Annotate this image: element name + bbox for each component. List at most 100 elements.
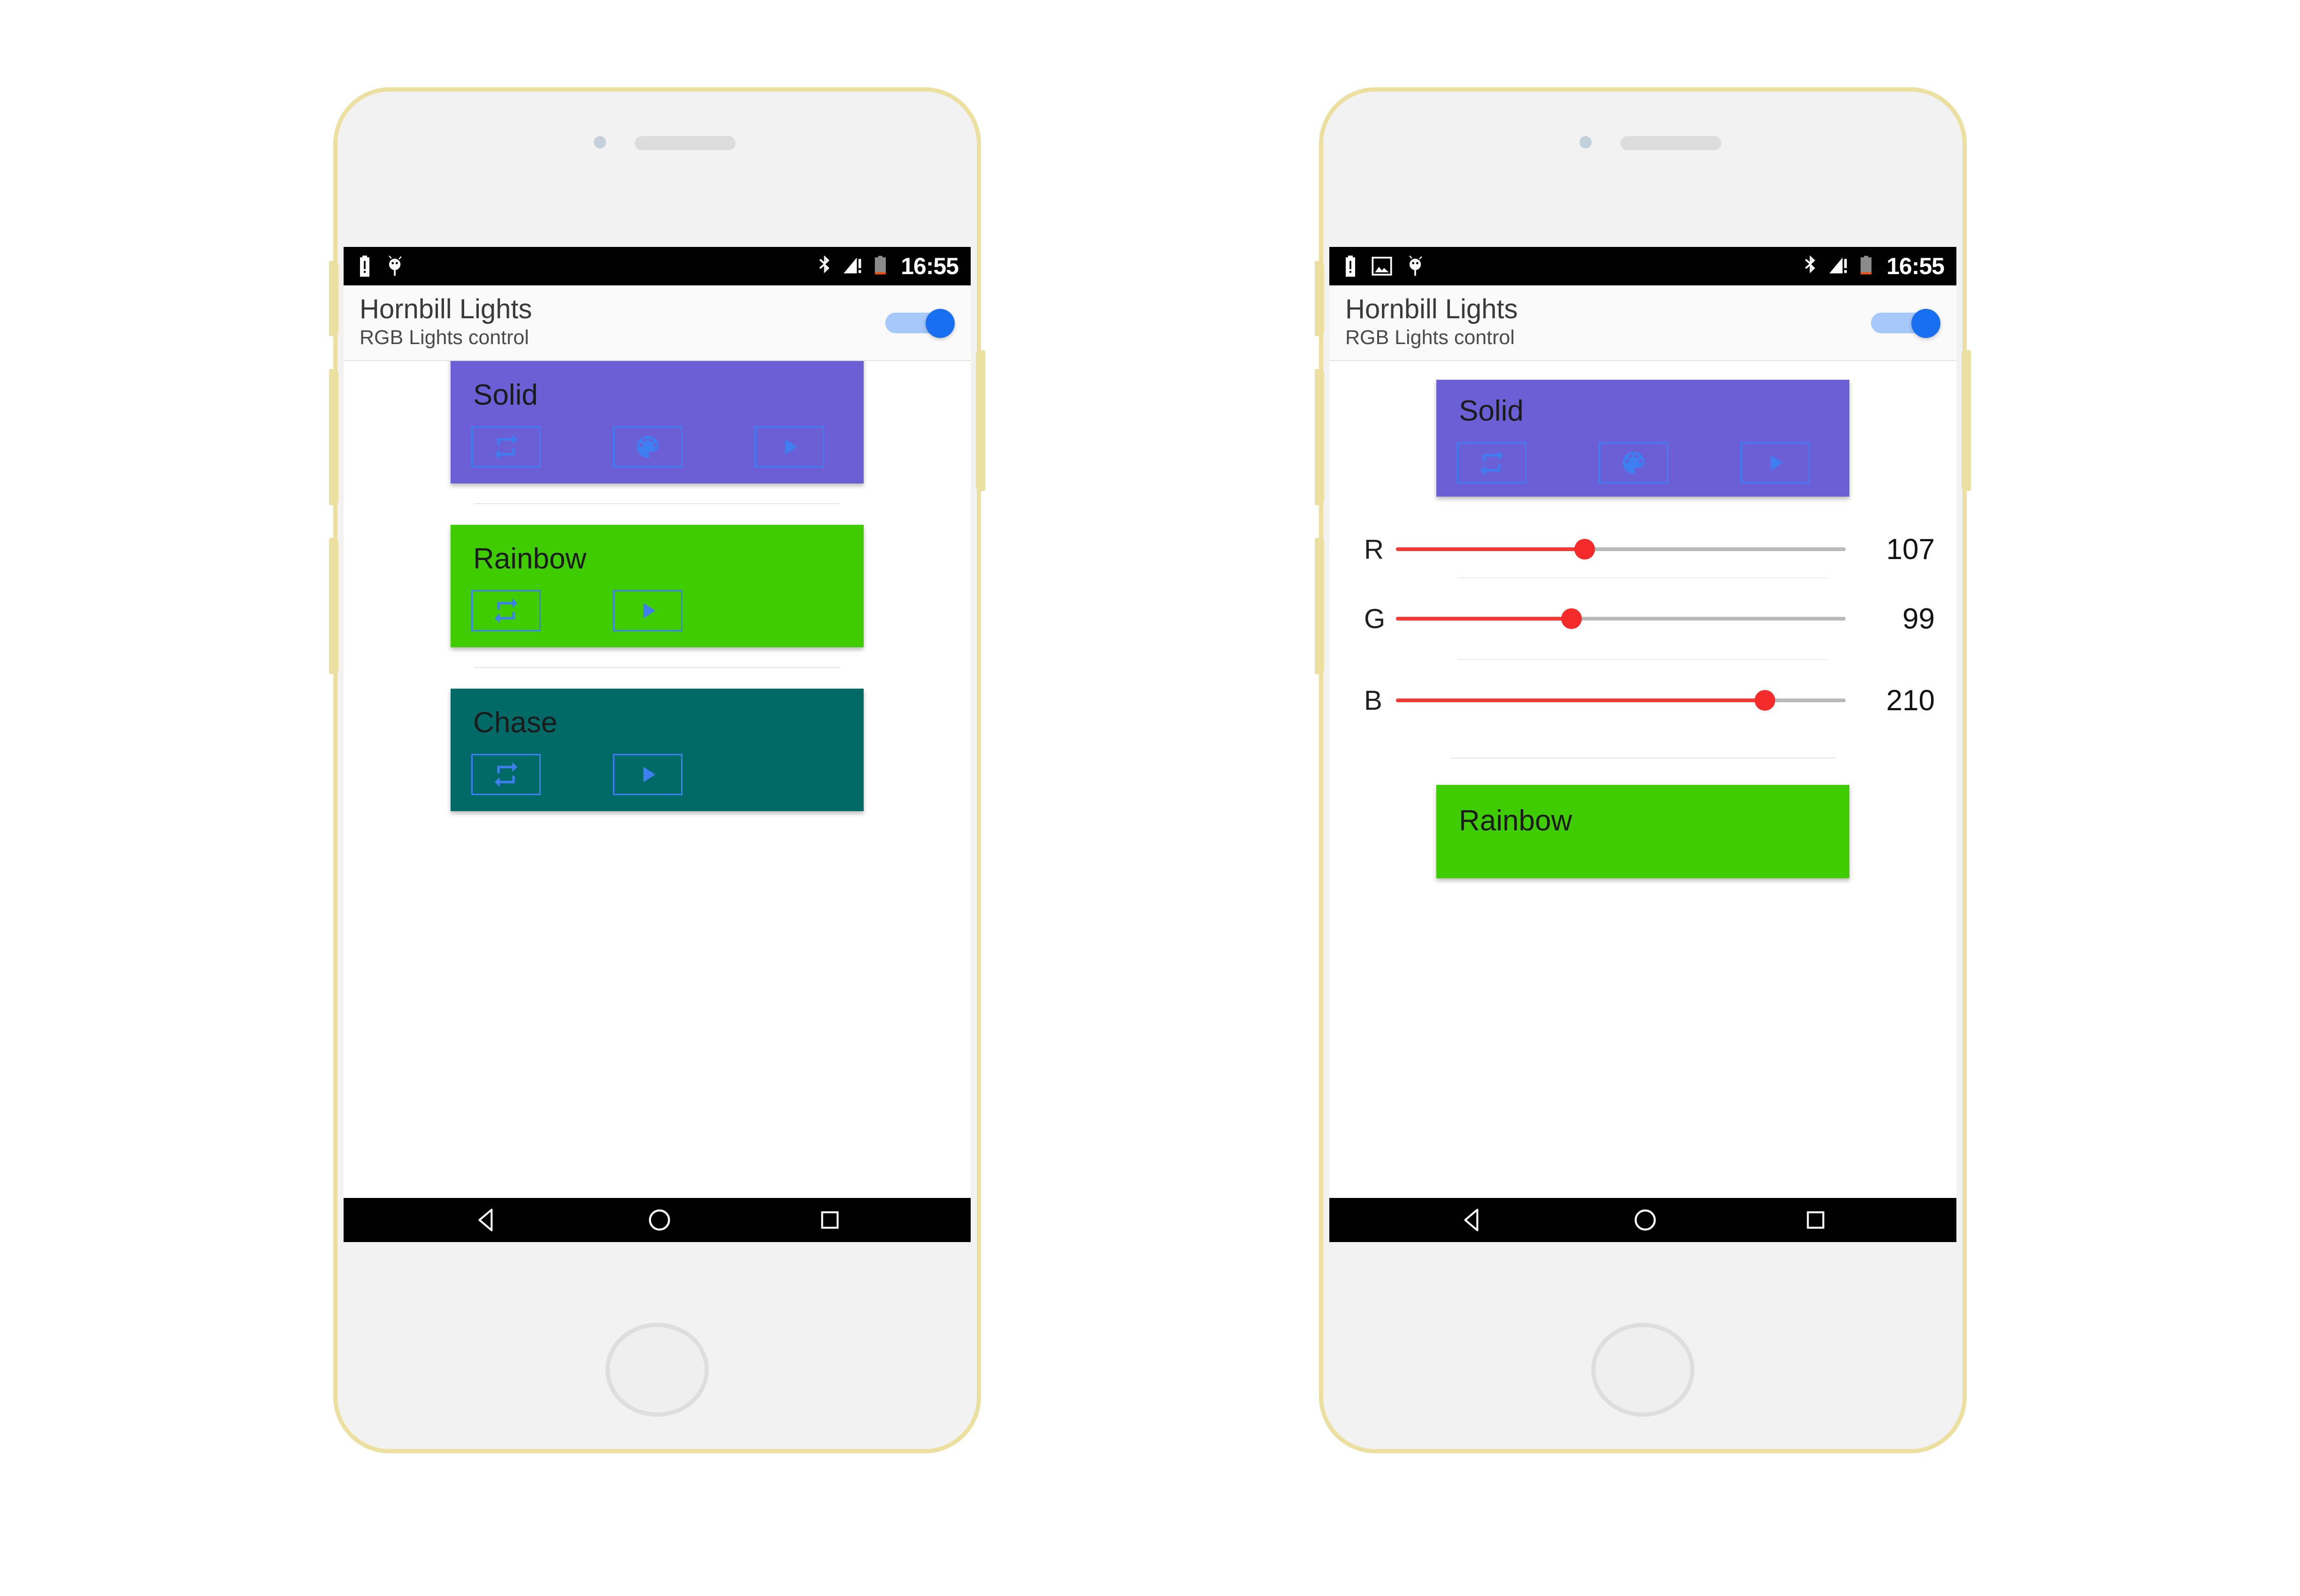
slider-value-b: 210: [1886, 684, 1935, 717]
slider-label-g: G: [1364, 603, 1386, 634]
chase-play-button[interactable]: [613, 754, 682, 796]
slider-r[interactable]: [1396, 535, 1846, 563]
usb-debugging-icon: [389, 255, 402, 276]
status-bar-left-icons: [358, 255, 404, 277]
slider-g[interactable]: [1396, 605, 1846, 633]
app-bar-texts: Hornbill Lights RGB Lights control: [1345, 296, 1518, 348]
list-divider: [1450, 758, 1835, 759]
nav-recents-button[interactable]: [818, 1208, 842, 1232]
slider-label-r: R: [1364, 534, 1384, 565]
effect-card-title: Solid: [1459, 395, 1524, 427]
solid-loop-button[interactable]: [471, 426, 541, 468]
side-button-power-right[interactable]: [1315, 261, 1324, 336]
rgb-slider-row-g[interactable]: G 99: [1329, 591, 1956, 647]
slider-thumb[interactable]: [1754, 690, 1775, 711]
repeat-icon: [495, 762, 517, 787]
screen-right: 16:55 Hornbill Lights RGB Lights control: [1329, 247, 1956, 1242]
signal-no-service-icon: [843, 257, 861, 274]
side-button-volume-up-left[interactable]: [329, 369, 338, 505]
slider-fill: [1396, 547, 1585, 552]
status-bar-left-icons: [1343, 255, 1424, 277]
battery-alert-icon: [1346, 255, 1355, 277]
nav-home-button[interactable]: [1632, 1206, 1659, 1234]
solid-play-button[interactable]: [1740, 442, 1810, 484]
status-bar-clock: 16:55: [901, 253, 959, 279]
play-icon: [1771, 455, 1783, 471]
app-bar-right: Hornbill Lights RGB Lights control: [1329, 285, 1956, 361]
effect-card-solid[interactable]: Solid: [1436, 380, 1849, 497]
screen-left: 16:55 Hornbill Lights RGB Lights control: [344, 247, 971, 1242]
nav-back-button[interactable]: [1458, 1205, 1487, 1235]
slider-thumb[interactable]: [1574, 539, 1595, 560]
effect-card-buttons: [451, 426, 864, 468]
front-camera-icon: [594, 136, 606, 148]
side-button-power-left[interactable]: [329, 261, 338, 336]
battery-alert-icon: [360, 255, 369, 277]
effect-card-title: Rainbow: [473, 543, 587, 575]
screenshot-image-icon: [1372, 257, 1392, 276]
rainbow-play-button[interactable]: [613, 590, 682, 632]
app-title: Hornbill Lights: [360, 294, 532, 324]
rainbow-loop-button[interactable]: [471, 590, 541, 632]
slider-divider: [1457, 659, 1828, 660]
app-title: Hornbill Lights: [1345, 294, 1518, 324]
slider-thumb[interactable]: [1561, 608, 1582, 629]
usb-debugging-icon: [1409, 255, 1422, 276]
side-button-right-right[interactable]: [1962, 350, 1971, 491]
effect-card-chase[interactable]: Chase: [451, 689, 864, 812]
rgb-slider-row-r[interactable]: R 107: [1329, 521, 1956, 577]
phone-left: 16:55 Hornbill Lights RGB Lights control: [329, 87, 985, 1453]
bluetooth-icon: [1805, 255, 1816, 274]
effect-card-rainbow[interactable]: Rainbow: [451, 525, 864, 648]
repeat-icon: [1480, 450, 1503, 476]
effects-list-right[interactable]: Solid R 107 G 99 B 210 Rainbow: [1329, 361, 1956, 1182]
list-divider: [474, 503, 840, 505]
solid-loop-button[interactable]: [1457, 442, 1526, 484]
nav-recents-button[interactable]: [1803, 1208, 1828, 1232]
effect-card-buttons: [451, 754, 864, 796]
battery-low-icon: [1860, 256, 1872, 275]
side-button-right-left[interactable]: [976, 350, 985, 491]
app-subtitle: RGB Lights control: [360, 326, 529, 349]
rgb-slider-row-b[interactable]: B 210: [1329, 672, 1956, 729]
master-power-toggle[interactable]: [1871, 308, 1940, 338]
status-bar-right-icons: 16:55: [1803, 253, 1945, 280]
solid-color-button[interactable]: [1599, 442, 1668, 484]
repeat-icon: [495, 434, 517, 460]
app-bar-left: Hornbill Lights RGB Lights control: [344, 285, 971, 361]
signal-no-service-icon: [1829, 257, 1847, 274]
status-bar-right: 16:55: [1329, 247, 1956, 285]
solid-color-button[interactable]: [613, 426, 682, 468]
side-button-volume-down-left[interactable]: [329, 538, 338, 674]
back-triangle-icon: [478, 1208, 493, 1232]
side-button-volume-up-right[interactable]: [1315, 369, 1324, 505]
toggle-thumb: [1911, 308, 1940, 338]
home-button-left[interactable]: [606, 1323, 709, 1417]
effect-card-title: Chase: [473, 706, 558, 739]
home-button-right[interactable]: [1591, 1323, 1694, 1417]
slider-fill: [1396, 698, 1765, 703]
bluetooth-icon: [819, 255, 830, 274]
status-bar-left: 16:55: [344, 247, 971, 285]
slider-divider: [1457, 577, 1828, 579]
recents-square-icon: [1807, 1211, 1825, 1229]
android-nav-bar-left: [344, 1198, 971, 1242]
repeat-icon: [495, 598, 517, 623]
screenshot-canvas: 16:55 Hornbill Lights RGB Lights control: [0, 0, 2300, 1596]
effects-list-left[interactable]: Solid Rainbow Chase: [344, 361, 971, 1182]
play-icon: [643, 767, 656, 783]
solid-play-button[interactable]: [755, 426, 824, 468]
nav-back-button[interactable]: [472, 1205, 501, 1235]
effect-card-title: Solid: [473, 379, 538, 411]
side-button-volume-down-right[interactable]: [1315, 538, 1324, 674]
home-circle-icon: [649, 1209, 670, 1231]
slider-b[interactable]: [1396, 686, 1846, 714]
slider-fill: [1396, 617, 1572, 621]
effect-card-solid[interactable]: Solid: [451, 361, 864, 484]
chase-loop-button[interactable]: [471, 754, 541, 796]
nav-home-button[interactable]: [646, 1206, 673, 1234]
effect-card-rainbow[interactable]: Rainbow: [1436, 785, 1849, 879]
effect-card-buttons: [1436, 442, 1849, 484]
toggle-thumb: [926, 308, 955, 338]
master-power-toggle[interactable]: [885, 308, 955, 338]
